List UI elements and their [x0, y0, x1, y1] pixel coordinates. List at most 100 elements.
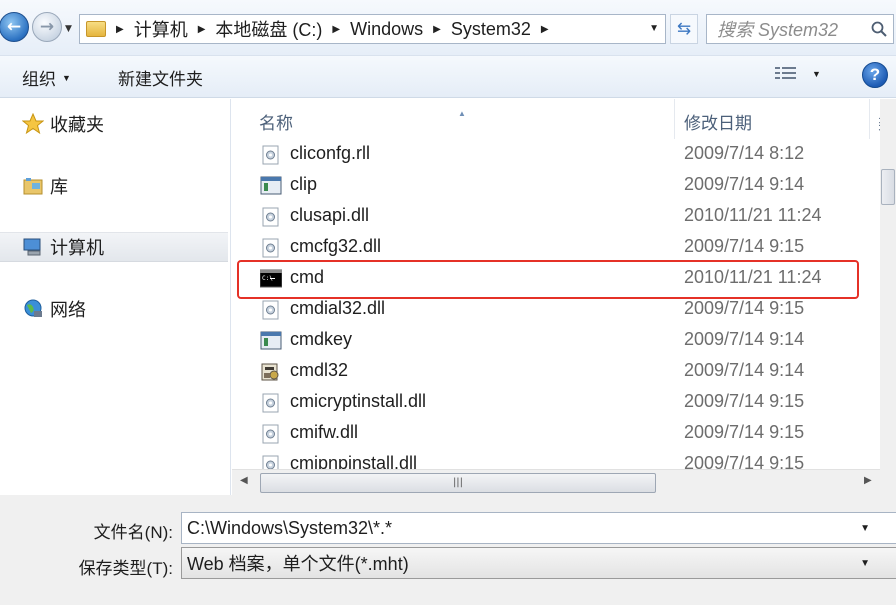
file-row-cliconfg-rll[interactable]: cliconfg.rll2009/7/14 8:12丿	[232, 139, 896, 170]
vertical-scroll-thumb[interactable]	[881, 169, 895, 205]
scroll-right-arrow-icon[interactable]: ▶	[864, 475, 872, 486]
file-row-clusapi-dll[interactable]: clusapi.dll2010/11/21 11:24丿	[232, 201, 896, 232]
breadcrumb-drive-c[interactable]: 本地磁盘 (C:)	[215, 16, 322, 42]
chevron-right-icon[interactable]: ▶	[198, 24, 206, 35]
nav-item-favorites[interactable]: 收藏夹	[0, 109, 228, 139]
column-divider[interactable]	[869, 99, 870, 139]
help-button[interactable]: ?	[862, 62, 888, 88]
organize-button[interactable]: 组织 ▼	[22, 65, 71, 90]
file-name: cmifw.dll	[290, 422, 359, 442]
filetype-value: Web 档案，单个文件(*.mht)	[187, 554, 409, 574]
change-view-button[interactable]: ▼	[774, 65, 821, 83]
installer-icon	[260, 362, 282, 382]
library-icon	[22, 175, 44, 197]
chevron-right-icon[interactable]: ▶	[541, 24, 549, 35]
file-row-cmifw-dll[interactable]: cmifw.dll2009/7/14 9:15丿	[232, 418, 896, 449]
save-options-panel: 文件名(N): C:\Windows\System32\*.* ▼ 保存类型(T…	[0, 495, 896, 605]
file-row-cmdl32[interactable]: cmdl322009/7/14 9:14丿	[232, 356, 896, 387]
app-window-icon	[260, 331, 282, 351]
filename-dropdown-icon[interactable]: ▼	[860, 523, 870, 534]
settings-file-icon	[260, 424, 282, 444]
file-date: 2009/7/14 9:14	[684, 360, 805, 380]
search-placeholder: 搜索 System32	[717, 20, 839, 40]
settings-file-icon	[260, 207, 282, 227]
file-name: clusapi.dll	[290, 205, 370, 225]
file-row-cmcfg32-dll[interactable]: cmcfg32.dll2009/7/14 9:15丿	[232, 232, 896, 263]
file-row-cmd[interactable]: C:\cmd2010/11/21 11:24丿	[232, 263, 896, 294]
filename-label: 文件名(N):	[93, 523, 173, 542]
file-row-cmicryptinstall-dll[interactable]: cmicryptinstall.dll2009/7/14 9:15丿	[232, 387, 896, 418]
new-folder-button[interactable]: 新建文件夹	[118, 65, 203, 90]
search-input[interactable]: 搜索 System32	[706, 14, 894, 44]
file-name: cmd	[290, 267, 325, 287]
navigation-pane: 收藏夹 库 计算机 网络	[0, 99, 231, 495]
horizontal-scroll-thumb[interactable]: |||	[260, 473, 656, 493]
filename-input[interactable]: C:\Windows\System32\*.* ▼	[181, 512, 896, 544]
file-date: 2009/7/14 9:15	[684, 391, 805, 411]
refresh-icon: ⇆	[676, 19, 692, 39]
column-header-name[interactable]: 名称	[259, 109, 293, 134]
nav-item-network[interactable]: 网络	[0, 294, 228, 324]
recent-pages-dropdown-icon[interactable]: ▼	[65, 24, 72, 34]
breadcrumb-computer[interactable]: 计算机	[134, 16, 188, 42]
command-bar: 组织 ▼ 新建文件夹 ▼ ?	[0, 56, 896, 98]
new-folder-label: 新建文件夹	[118, 70, 203, 89]
column-header-row: ▲ 名称 修改日期 类	[232, 99, 896, 139]
filetype-select[interactable]: Web 档案，单个文件(*.mht) ▼	[181, 547, 896, 579]
file-name: cmdkey	[290, 329, 353, 349]
chevron-right-icon[interactable]: ▶	[332, 24, 340, 35]
settings-file-icon	[260, 145, 282, 165]
nav-label-favorites: 收藏夹	[50, 115, 104, 135]
file-row-clip[interactable]: clip2009/7/14 9:14丿	[232, 170, 896, 201]
file-date: 2009/7/14 9:15	[684, 236, 805, 256]
app-window-icon	[260, 176, 282, 196]
nav-item-computer[interactable]: 计算机	[0, 232, 228, 262]
breadcrumb-system32[interactable]: System32	[451, 19, 531, 40]
caret-down-icon[interactable]: ▼	[812, 69, 821, 79]
file-date: 2009/7/14 9:14	[684, 174, 805, 194]
forward-button[interactable]: →	[32, 12, 62, 42]
sort-ascending-icon: ▲	[458, 109, 466, 118]
file-list-pane: ▲ 名称 修改日期 类 cliconfg.rll2009/7/14 8:12丿c…	[232, 99, 896, 495]
column-divider[interactable]	[674, 99, 675, 139]
file-name: cmdl32	[290, 360, 349, 380]
nav-label-network: 网络	[50, 300, 86, 320]
breadcrumb-windows[interactable]: Windows	[350, 19, 423, 40]
chevron-right-icon[interactable]: ▶	[433, 24, 441, 35]
star-icon	[22, 113, 44, 135]
file-name: cmicryptinstall.dll	[290, 391, 427, 411]
filetype-dropdown-icon[interactable]: ▼	[860, 558, 870, 569]
file-row-cmdkey[interactable]: cmdkey2009/7/14 9:14丿	[232, 325, 896, 356]
back-button[interactable]: ←	[0, 12, 29, 42]
file-date: 2009/7/14 9:14	[684, 329, 805, 349]
file-date: 2009/7/14 9:15	[684, 298, 805, 318]
column-header-date[interactable]: 修改日期	[684, 109, 752, 134]
computer-icon	[22, 236, 44, 258]
scroll-left-arrow-icon[interactable]: ◀	[240, 475, 248, 486]
search-icon	[871, 21, 887, 37]
address-bar[interactable]: ▶ 计算机 ▶ 本地磁盘 (C:) ▶ Windows ▶ System32 ▶…	[79, 14, 666, 44]
address-bar-area: ← → ▼ ▶ 计算机 ▶ 本地磁盘 (C:) ▶ Windows ▶ Syst…	[0, 0, 896, 56]
file-name: clip	[290, 174, 318, 194]
filename-value: C:\Windows\System32\*.*	[187, 517, 393, 538]
refresh-button[interactable]: ⇆	[670, 14, 698, 44]
nav-item-libraries[interactable]: 库	[0, 171, 228, 201]
organize-label: 组织	[22, 70, 56, 89]
settings-file-icon	[260, 300, 282, 320]
settings-file-icon	[260, 393, 282, 413]
file-date: 2010/11/21 11:24	[684, 267, 822, 287]
forward-arrow-icon: →	[39, 17, 55, 37]
caret-down-icon: ▼	[62, 72, 71, 83]
file-date: 2009/7/14 8:12	[684, 143, 805, 163]
file-date: 2010/11/21 11:24	[684, 205, 822, 225]
file-row-cmdial32-dll[interactable]: cmdial32.dll2009/7/14 9:15丿	[232, 294, 896, 325]
folder-icon	[86, 21, 106, 37]
vertical-scrollbar[interactable]	[880, 99, 896, 495]
horizontal-scrollbar[interactable]: ◀ ||| ▶	[232, 469, 880, 495]
chevron-right-icon[interactable]: ▶	[116, 24, 124, 35]
file-name: cliconfg.rll	[290, 143, 371, 163]
file-name: cmdial32.dll	[290, 298, 386, 318]
back-arrow-icon: ←	[6, 17, 22, 37]
address-dropdown-icon[interactable]: ▼	[649, 23, 659, 34]
settings-file-icon	[260, 238, 282, 258]
